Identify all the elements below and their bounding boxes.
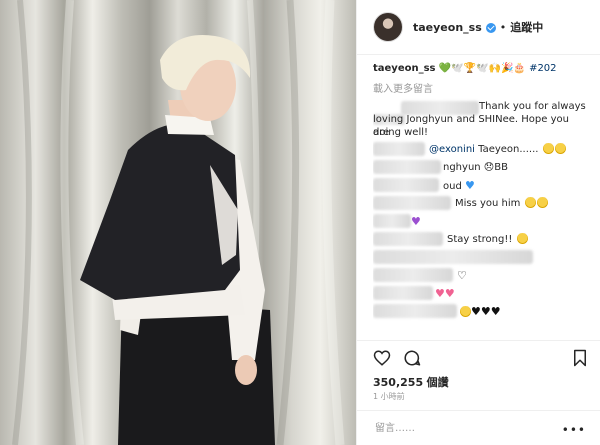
add-comment-bar: ••• [357, 410, 600, 445]
list-item: Thank you for always loving Jonghyun and… [373, 100, 588, 140]
caption-emojis: 💚🕊️🏆🕊️🙌🎉🎂 [438, 63, 526, 74]
comment-text: nghyun 😞BB [443, 162, 508, 173]
comments-list: taeyeon_ss 💚🕊️🏆🕊️🙌🎉🎂 #202 載入更多留言 Thank y… [373, 62, 588, 337]
post-timestamp[interactable]: 1 小時前 [373, 391, 405, 402]
list-item: Stay strong!! [373, 232, 588, 248]
like-heart-icon[interactable] [373, 349, 391, 367]
pink-hearts-icon: ♥♥ [435, 287, 455, 300]
post-header: taeyeon_ss • 追蹤中 [357, 0, 600, 55]
list-item: @exonini Taeyeon...... [373, 142, 588, 158]
avatar[interactable] [373, 12, 403, 42]
heart-outline-icon: ♡ [457, 269, 467, 282]
laughing-emoji-icon [536, 197, 548, 208]
list-item [373, 250, 588, 266]
action-bar [357, 340, 600, 375]
list-item: Miss you him [373, 196, 588, 212]
caption-hashtag[interactable]: #202 [529, 63, 556, 74]
laughing-emoji-icon [542, 143, 554, 154]
comment-text: Thank you for always [479, 101, 586, 112]
caption: taeyeon_ss 💚🕊️🏆🕊️🙌🎉🎂 #202 [373, 62, 588, 75]
following-button[interactable]: 追蹤中 [510, 19, 543, 35]
laughing-emoji-icon [524, 197, 536, 208]
blue-heart-icon: ♥ [465, 179, 475, 192]
comment-mention[interactable]: @exonini [429, 144, 475, 155]
comment-text: doing well! [373, 127, 429, 138]
load-more-comments-link[interactable]: 載入更多留言 [373, 83, 588, 96]
separator-dot: • [499, 20, 507, 34]
laughing-emoji-icon [516, 233, 528, 244]
bookmark-icon[interactable] [572, 349, 588, 367]
list-item: ♥♥♥ [373, 304, 588, 320]
likes-count[interactable]: 350,255 個讚 [373, 374, 449, 390]
list-item: ♥ [373, 214, 588, 230]
likes-unit: 個讚 [426, 376, 449, 389]
purple-heart-icon: ♥ [411, 215, 421, 228]
comment-text: oud [443, 181, 462, 192]
post-photo [0, 0, 356, 445]
person-illustration [12, 0, 345, 445]
comment-input[interactable] [373, 421, 567, 435]
laughing-emoji-icon [460, 306, 471, 317]
list-item: ♥♥ [373, 286, 588, 302]
comment-text: Miss you him [455, 198, 521, 209]
black-hearts-icon: ♥♥♥ [471, 305, 501, 318]
laughing-emoji-icon [554, 143, 566, 154]
verified-icon [485, 23, 496, 33]
comment-text: Stay strong!! [447, 234, 513, 245]
post-detail-panel: taeyeon_ss • 追蹤中 taeyeon_ss 💚🕊️🏆🕊️🙌🎉🎂 #2… [356, 0, 600, 445]
caption-username[interactable]: taeyeon_ss [373, 63, 436, 74]
comment-text: Taeyeon...... [474, 144, 539, 155]
list-item: nghyun 😞BB [373, 160, 588, 176]
comment-bubble-icon[interactable] [403, 349, 421, 367]
more-options-button[interactable]: ••• [562, 423, 586, 437]
list-item: ♡ [373, 268, 588, 284]
header-username[interactable]: taeyeon_ss [413, 21, 482, 34]
likes-number: 350,255 [373, 376, 424, 389]
list-item: oud ♥ [373, 178, 588, 194]
